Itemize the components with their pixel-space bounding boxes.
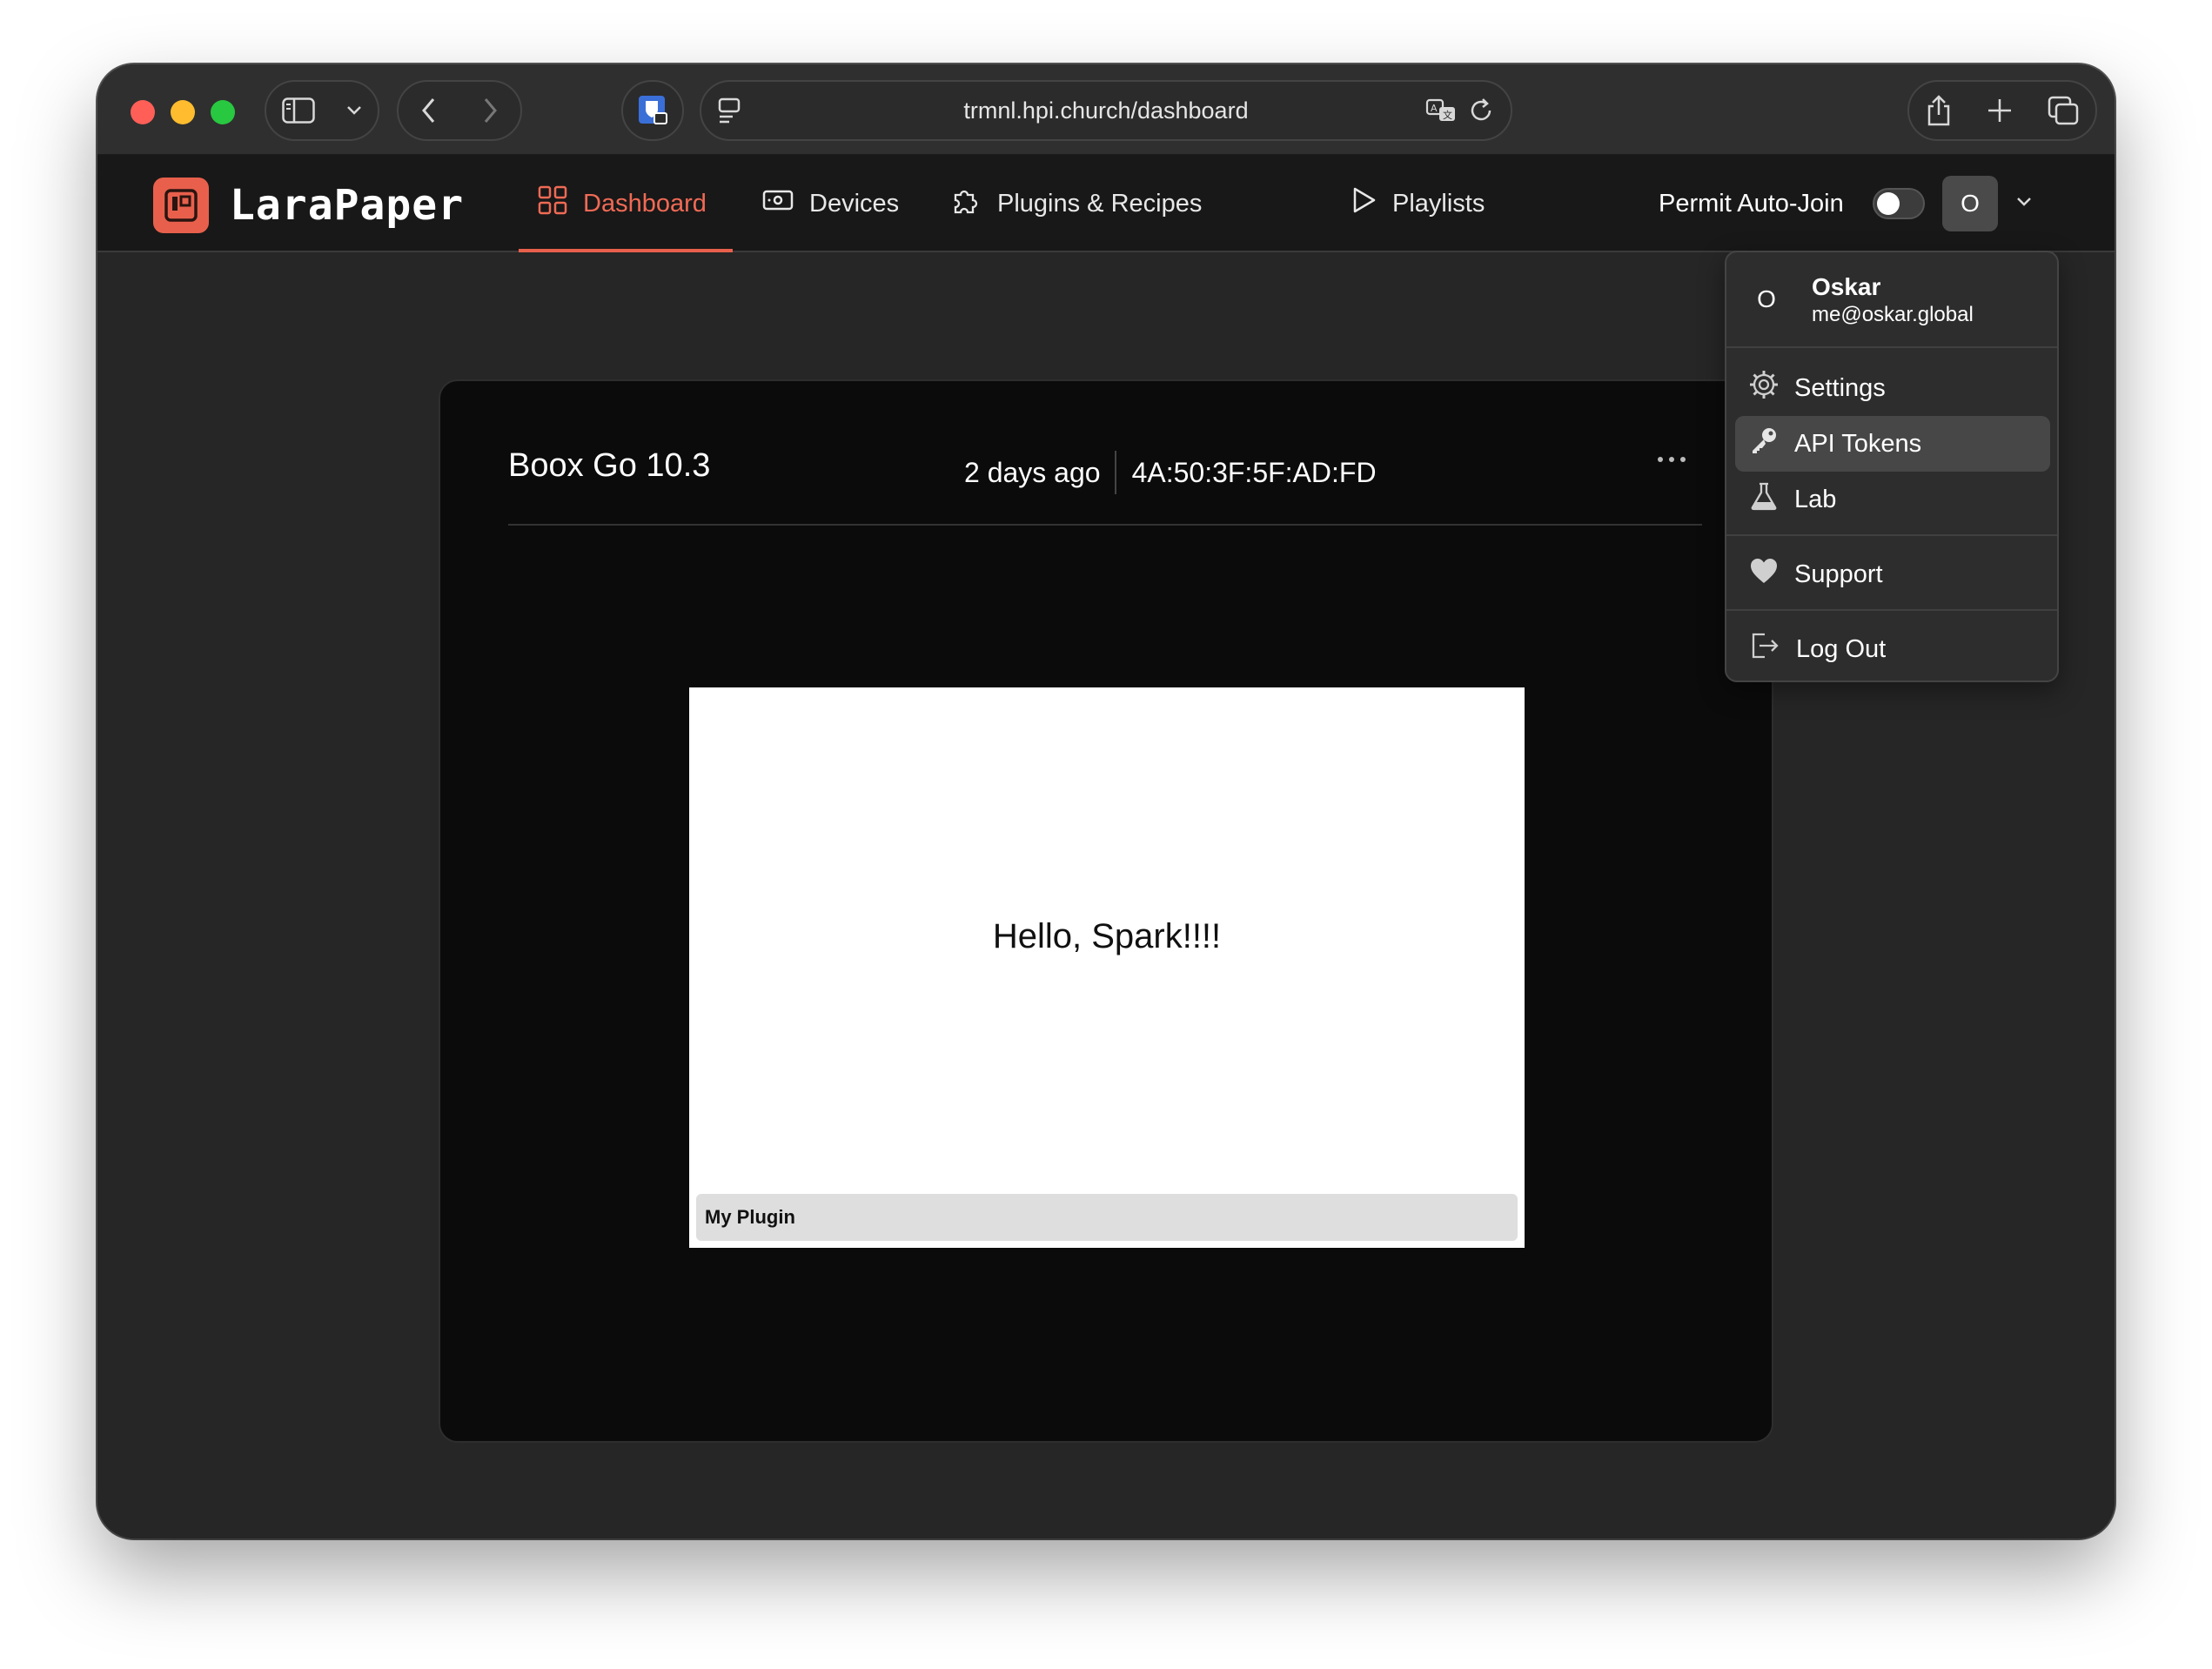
nav-playlists[interactable]: Playlists <box>1351 155 1485 252</box>
menu-item-label: Settings <box>1794 373 1886 402</box>
translate-icon[interactable]: A文 <box>1425 97 1458 129</box>
menu-item-label: Log Out <box>1796 634 1887 663</box>
menu-item-lab[interactable]: Lab <box>1735 472 2050 527</box>
svg-text:A: A <box>1431 103 1438 114</box>
browser-toolbar: trmnl.hpi.church/dashboard A文 <box>97 64 2115 155</box>
screen-footer: My Plugin <box>696 1194 1518 1241</box>
password-extension-button[interactable] <box>621 80 684 141</box>
menu-divider <box>1726 534 2057 536</box>
meta-divider <box>1114 451 1116 494</box>
menu-item-api-tokens[interactable]: API Tokens <box>1735 416 2050 472</box>
menu-item-label: Lab <box>1794 485 1837 513</box>
sidebar-icon[interactable] <box>281 97 315 124</box>
back-icon[interactable] <box>420 97 438 124</box>
auto-join-label: Permit Auto-Join <box>1659 190 1844 218</box>
key-icon <box>1749 426 1779 462</box>
close-window-button[interactable] <box>131 100 155 124</box>
user-info: O Oskar me@oskar.global <box>1726 252 2057 348</box>
heart-icon <box>1749 557 1779 592</box>
url-text: trmnl.hpi.church/dashboard <box>963 97 1249 124</box>
menu-item-log-out[interactable]: Log Out <box>1735 621 2050 677</box>
browser-window: trmnl.hpi.church/dashboard A文 LaraPaper … <box>97 64 2115 1538</box>
gear-icon <box>1749 370 1779 406</box>
menu-item-settings[interactable]: Settings <box>1735 360 2050 416</box>
screen-text: Hello, Spark!!!! <box>992 917 1222 955</box>
plugin-name: My Plugin <box>705 1206 795 1228</box>
user-initial: O <box>1757 285 1776 312</box>
forward-icon[interactable] <box>481 97 499 124</box>
tab-overview-icon[interactable] <box>2048 96 2079 125</box>
share-icon[interactable] <box>1926 94 1952 127</box>
chevron-down-icon[interactable] <box>2014 191 2034 217</box>
grid-icon <box>538 185 567 222</box>
device-meta: 2 days ago 4A:50:3F:5F:AD:FD <box>964 451 1377 494</box>
nav-devices[interactable]: Devices <box>762 155 899 252</box>
menu-item-support[interactable]: Support <box>1735 546 2050 602</box>
nav-plugins-label: Plugins & Recipes <box>997 189 1203 218</box>
card-divider <box>508 524 1702 526</box>
device-screen-preview: Hello, Spark!!!! My Plugin <box>689 687 1525 1248</box>
puzzle-icon <box>950 184 982 223</box>
device-card: Boox Go 10.3 2 days ago 4A:50:3F:5F:AD:F… <box>439 379 1773 1443</box>
minimize-window-button[interactable] <box>171 100 195 124</box>
flask-icon <box>1749 481 1779 518</box>
reload-icon[interactable] <box>1469 97 1495 129</box>
user-email: me@oskar.global <box>1812 303 1974 326</box>
menu-item-label: Support <box>1794 560 1883 588</box>
logo-icon[interactable] <box>153 178 209 233</box>
avatar-button[interactable]: O <box>1942 176 1998 231</box>
nav-dashboard[interactable]: Dashboard <box>538 155 707 252</box>
nav-plugins-recipes[interactable]: Plugins & Recipes <box>950 155 1202 252</box>
logo-text[interactable]: LaraPaper <box>230 179 464 231</box>
more-options-icon[interactable] <box>1657 452 1686 468</box>
sidebar-toggle-group <box>265 80 379 141</box>
logout-icon <box>1749 631 1780 667</box>
new-tab-icon[interactable] <box>1986 97 2014 124</box>
shield-lock-icon <box>637 94 668 127</box>
nav-playlists-label: Playlists <box>1392 189 1485 218</box>
app-header: LaraPaper Dashboard Devices Plugins & Re… <box>97 155 2115 252</box>
device-icon <box>762 188 794 219</box>
device-mac-address: 4A:50:3F:5F:AD:FD <box>1131 456 1377 488</box>
user-menu: O Oskar me@oskar.global Settings API Tok… <box>1725 251 2059 682</box>
device-last-seen: 2 days ago <box>964 456 1101 488</box>
toggle-knob <box>1877 192 1900 215</box>
auto-join-toggle[interactable] <box>1873 188 1925 219</box>
svg-text:文: 文 <box>1443 109 1452 121</box>
nav-devices-label: Devices <box>809 189 900 218</box>
nav-dashboard-label: Dashboard <box>583 189 707 218</box>
window-actions-group <box>1907 80 2097 141</box>
history-nav-group <box>397 80 522 141</box>
device-name: Boox Go 10.3 <box>508 447 711 484</box>
chevron-down-icon[interactable] <box>345 104 363 117</box>
menu-item-label: API Tokens <box>1794 429 1922 458</box>
play-icon <box>1351 186 1377 221</box>
zoom-window-button[interactable] <box>211 100 235 124</box>
user-name: Oskar <box>1812 273 1881 300</box>
menu-divider <box>1726 609 2057 611</box>
address-bar[interactable]: trmnl.hpi.church/dashboard A文 <box>700 80 1512 141</box>
